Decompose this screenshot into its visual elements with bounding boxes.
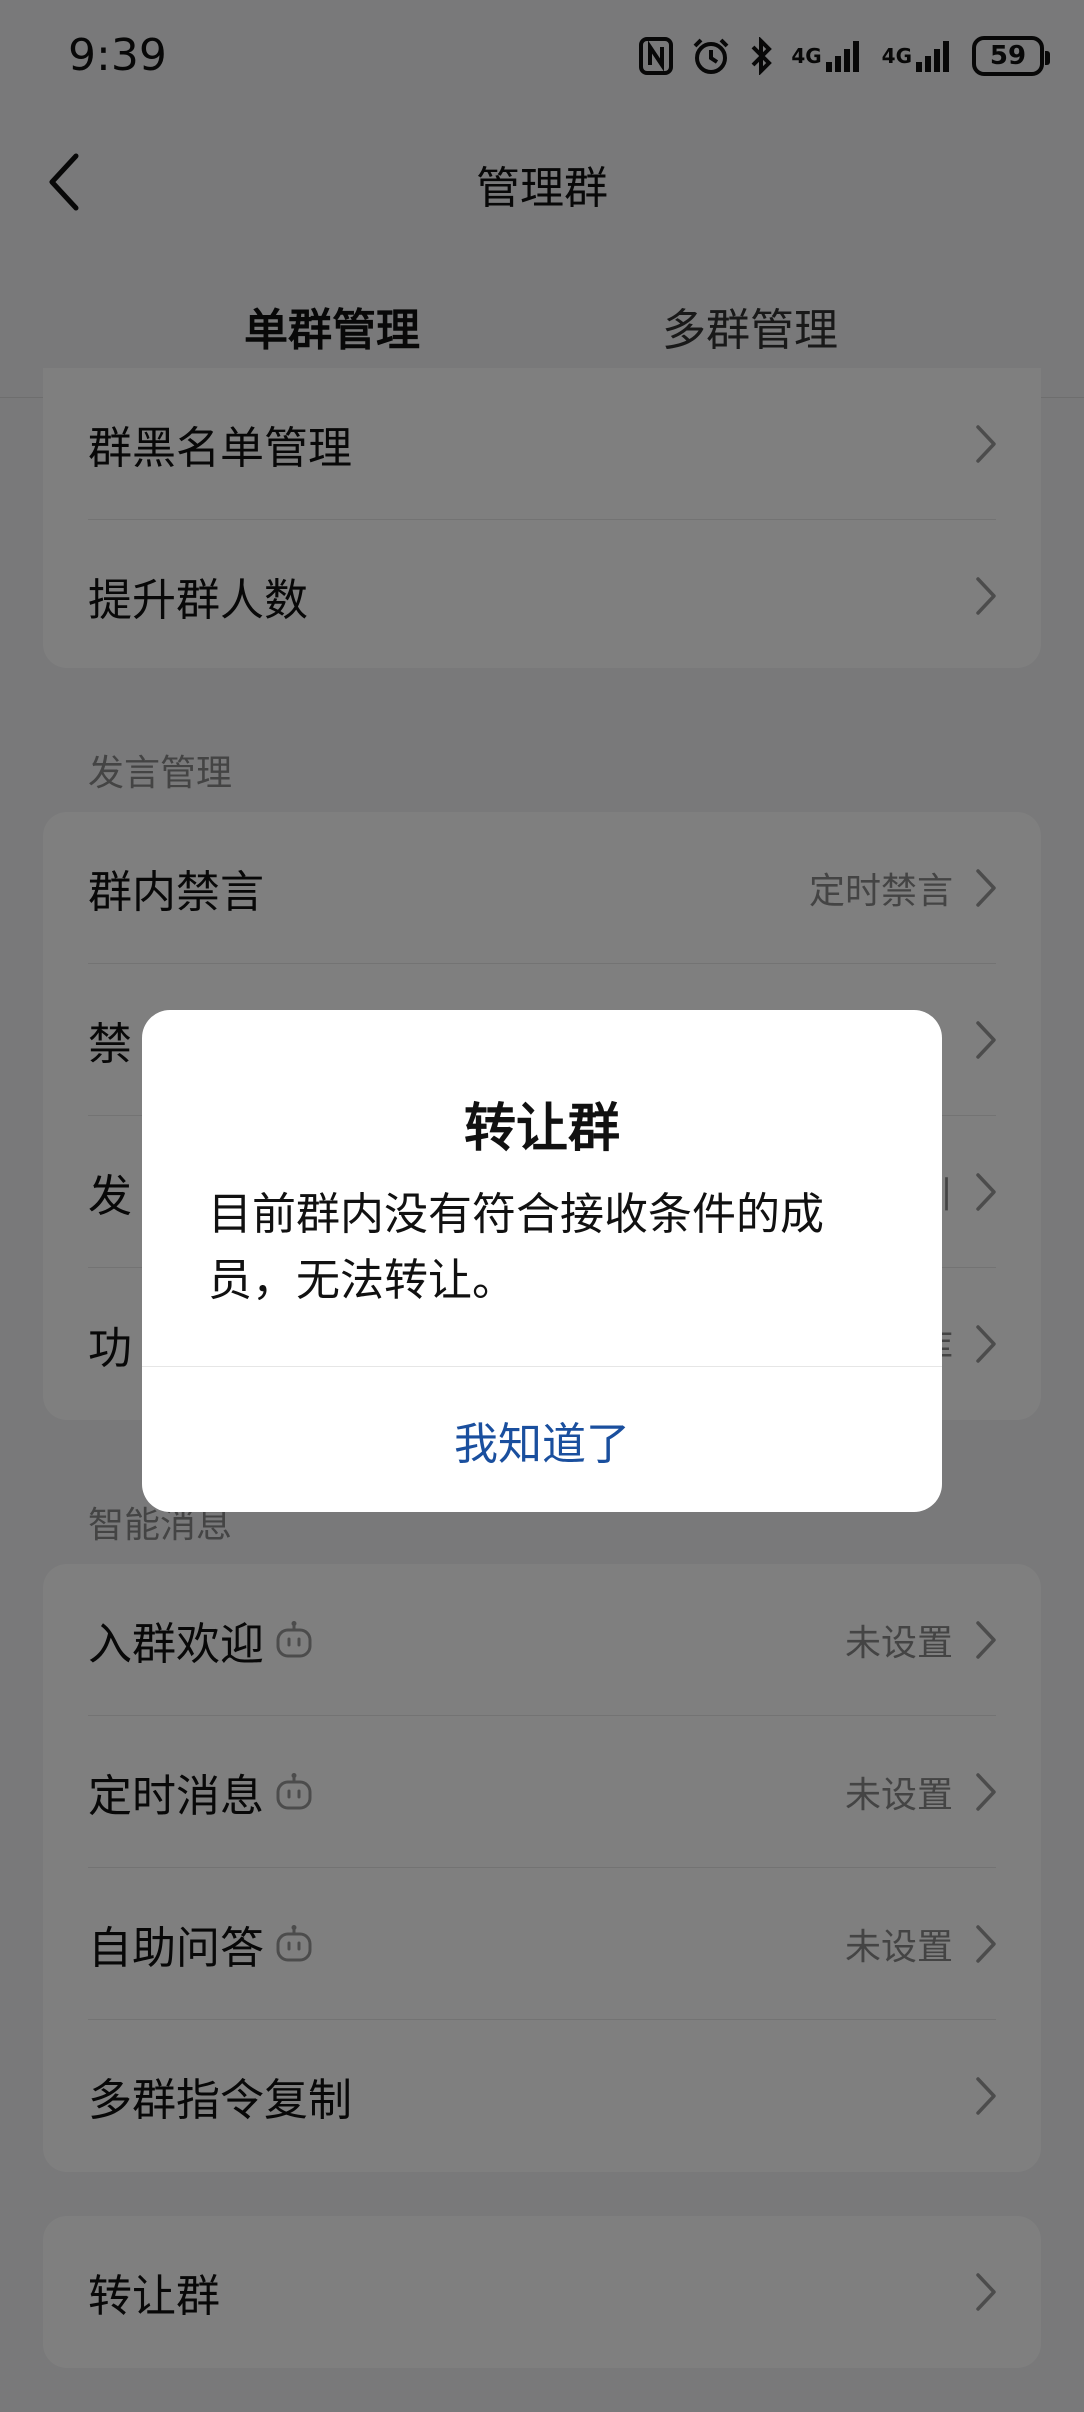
dialog-title: 转让群 [463, 1099, 620, 1159]
dialog-message: 目前群内没有符合接收条件的成员，无法转让。 [208, 1189, 824, 1306]
transfer-dialog: 转让群 目前群内没有符合接收条件的成员，无法转让。 我知道了 [142, 1010, 942, 1512]
confirm-button[interactable]: 我知道了 [142, 1367, 942, 1512]
